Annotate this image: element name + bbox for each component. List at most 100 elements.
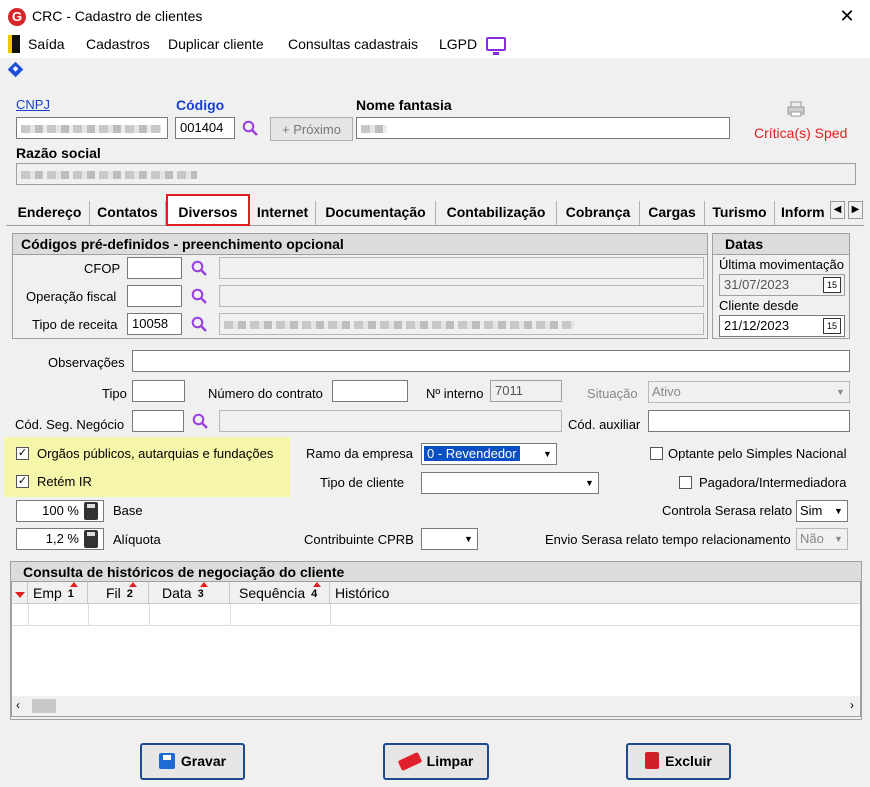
tipo-cliente-select[interactable]: ▼ <box>421 472 599 494</box>
chevron-down-icon: ▼ <box>834 506 843 516</box>
ramo-empresa-label: Ramo da empresa <box>306 446 413 461</box>
critica-sped-link[interactable]: Crítica(s) Sped <box>754 125 847 141</box>
optante-simples-checkbox[interactable] <box>650 447 663 460</box>
base-label: Base <box>113 503 143 518</box>
column-emp[interactable]: Emp 1 <box>28 582 88 604</box>
tab-endereco[interactable]: Endereço <box>10 201 90 225</box>
grid-header: Emp 1 Fil 2 Data 3 Sequência 4 Histórico <box>12 582 860 604</box>
scroll-thumb[interactable] <box>32 699 56 713</box>
tab-inform[interactable]: Inform <box>775 201 827 225</box>
tipo-cliente-label: Tipo de cliente <box>320 475 405 490</box>
close-button[interactable]: ✕ <box>836 5 858 27</box>
historico-grid[interactable]: Emp 1 Fil 2 Data 3 Sequência 4 Histórico ‹ › <box>11 581 861 717</box>
operacao-fiscal-description <box>219 285 704 307</box>
codigos-group-title: Códigos pré-definidos - preenchimento op… <box>13 234 707 255</box>
controla-serasa-select[interactable]: Sim ▼ <box>796 500 848 522</box>
cod-seg-negocio-field[interactable] <box>132 410 184 432</box>
proximo-button[interactable]: + Próximo <box>270 117 353 141</box>
tab-scroll-left-icon[interactable]: ◀ <box>830 201 845 219</box>
column-data[interactable]: Data 3 <box>149 582 230 604</box>
envio-serasa-select[interactable]: Não ▼ <box>796 528 848 550</box>
menu-duplicar-cliente[interactable]: Duplicar cliente <box>168 36 264 52</box>
plus-icon: + <box>282 122 294 137</box>
numero-contrato-field[interactable] <box>332 380 408 402</box>
chevron-down-icon: ▼ <box>543 449 552 459</box>
cfop-field[interactable] <box>127 257 182 279</box>
printer-icon[interactable] <box>787 101 805 117</box>
retem-ir-checkbox[interactable]: ✓ <box>16 475 29 488</box>
ramo-empresa-select[interactable]: 0 - Revendedor ▼ <box>421 443 557 465</box>
razao-social-field[interactable] <box>16 163 856 185</box>
search-icon[interactable] <box>191 316 207 332</box>
calendar-icon[interactable]: 15 <box>823 318 841 334</box>
tab-turismo[interactable]: Turismo <box>705 201 775 225</box>
calculator-icon[interactable] <box>84 530 98 548</box>
gravar-button[interactable]: Gravar <box>140 743 245 780</box>
tab-documentacao[interactable]: Documentação <box>316 201 436 225</box>
scroll-right-icon[interactable]: › <box>850 698 854 712</box>
tipo-receita-field[interactable]: 10058 <box>127 313 182 335</box>
search-icon[interactable] <box>192 413 208 429</box>
tipo-field[interactable] <box>132 380 185 402</box>
sort-indicator-icon <box>12 582 28 604</box>
nome-fantasia-field[interactable] <box>356 117 730 139</box>
envio-serasa-label: Envio Serasa relato tempo relacionamento <box>545 532 791 547</box>
exit-door-icon[interactable] <box>8 35 20 53</box>
table-row[interactable] <box>12 604 860 626</box>
tab-diversos[interactable]: Diversos <box>166 194 250 226</box>
cod-seg-negocio-description <box>219 410 562 432</box>
cod-auxiliar-label: Cód. auxiliar <box>568 417 641 432</box>
n-interno-field[interactable]: 7011 <box>490 380 562 402</box>
excluir-button[interactable]: Excluir <box>626 743 731 780</box>
column-sequencia[interactable]: Sequência 4 <box>230 582 330 604</box>
tab-cobranca[interactable]: Cobrança <box>557 201 640 225</box>
cnpj-field[interactable] <box>16 117 168 139</box>
cfop-description <box>219 257 704 279</box>
situacao-select[interactable]: Ativo ▼ <box>648 381 850 403</box>
contribuinte-cprb-select[interactable]: ▼ <box>421 528 478 550</box>
column-fil[interactable]: Fil 2 <box>88 582 149 604</box>
menu-exit[interactable]: Saída <box>28 36 65 52</box>
menu-lgpd[interactable]: LGPD <box>439 36 477 52</box>
datas-group-title: Datas <box>713 234 849 255</box>
diamond-icon[interactable] <box>7 61 24 78</box>
tab-internet[interactable]: Internet <box>250 201 316 225</box>
orgaos-publicos-checkbox[interactable]: ✓ <box>16 447 29 460</box>
operacao-fiscal-field[interactable] <box>127 285 182 307</box>
search-icon[interactable] <box>242 120 258 136</box>
search-icon[interactable] <box>191 288 207 304</box>
cnpj-label[interactable]: CNPJ <box>16 97 50 112</box>
tab-contatos[interactable]: Contatos <box>90 201 166 225</box>
codigo-field[interactable]: 001404 <box>175 117 235 139</box>
limpar-button[interactable]: Limpar <box>383 743 489 780</box>
razao-social-label: Razão social <box>16 145 101 161</box>
monitor-icon[interactable] <box>486 37 506 55</box>
historico-group-title: Consulta de históricos de negociação do … <box>11 562 861 583</box>
app-logo: G <box>8 8 26 26</box>
calculator-icon[interactable] <box>84 502 98 520</box>
optante-simples-label: Optante pelo Simples Nacional <box>668 446 847 461</box>
search-icon[interactable] <box>191 260 207 276</box>
scroll-left-icon[interactable]: ‹ <box>16 698 20 712</box>
eraser-icon <box>397 751 422 772</box>
cod-auxiliar-field[interactable] <box>648 410 850 432</box>
situacao-label: Situação <box>587 386 638 401</box>
tab-scroll-right-icon[interactable]: ▶ <box>848 201 863 219</box>
observacoes-field[interactable] <box>132 350 850 372</box>
pagadora-label: Pagadora/Intermediadora <box>699 475 847 490</box>
chevron-down-icon: ▼ <box>464 534 473 544</box>
orgaos-publicos-label: Orgãos públicos, autarquias e fundações <box>37 446 274 461</box>
pagadora-checkbox[interactable] <box>679 476 692 489</box>
nome-fantasia-label: Nome fantasia <box>356 97 452 113</box>
horizontal-scrollbar[interactable]: ‹ › <box>12 696 860 716</box>
calendar-icon[interactable]: 15 <box>823 277 841 293</box>
observacoes-label: Observações <box>48 355 125 370</box>
window-title: CRC - Cadastro de clientes <box>32 8 203 24</box>
menu-cadastros[interactable]: Cadastros <box>86 36 150 52</box>
cod-seg-negocio-label: Cód. Seg. Negócio <box>15 417 125 432</box>
tab-contabilizacao[interactable]: Contabilização <box>436 201 557 225</box>
codigo-label: Código <box>176 97 225 113</box>
menu-consultas-cadastrais[interactable]: Consultas cadastrais <box>288 36 418 52</box>
column-historico[interactable]: Histórico <box>330 582 860 604</box>
tab-cargas[interactable]: Cargas <box>640 201 705 225</box>
